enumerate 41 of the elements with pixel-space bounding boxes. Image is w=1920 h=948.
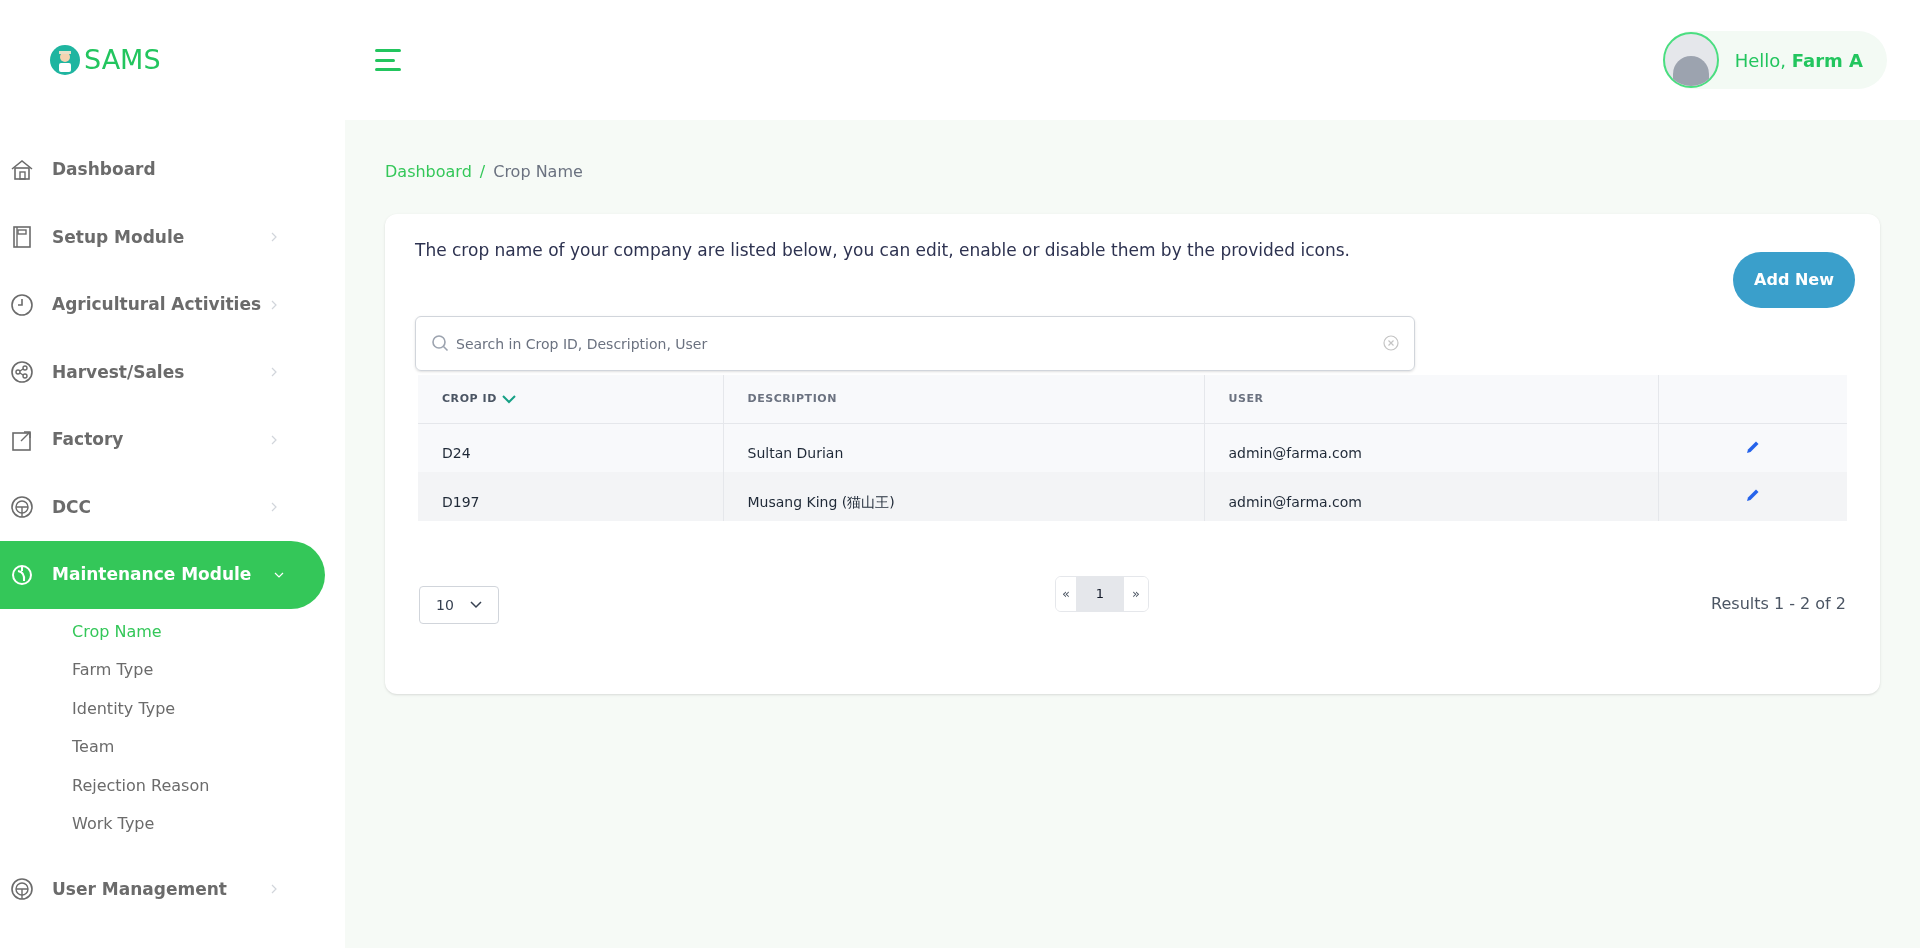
avatar: [1662, 32, 1719, 88]
sidebar-item[interactable]: Dashboard: [0, 136, 320, 204]
sort-chevron-icon[interactable]: [500, 393, 517, 404]
search-icon: [431, 334, 449, 352]
column-header[interactable]: USER: [1228, 390, 1264, 407]
page-size-select[interactable]: 10: [419, 586, 499, 624]
share-icon: [9, 359, 35, 386]
results-count: Results 1 - 2 of 2: [1711, 593, 1846, 615]
submenu-item[interactable]: Rejection Reason: [0, 766, 345, 805]
table-cell: Musang King (猫山王): [747, 494, 895, 510]
sidebar-item[interactable]: Harvest/Sales: [0, 338, 320, 406]
chevron-down-icon: [470, 601, 482, 609]
sidebar-item[interactable]: Setup Module: [0, 203, 320, 271]
column-header[interactable]: CROP ID: [442, 390, 497, 407]
page-description: The crop name of your company are listed below, you can edit, enable or disable them by the provided icons.: [415, 239, 1350, 262]
farmer-logo-icon: [50, 45, 80, 75]
submenu-item[interactable]: Identity Type: [0, 689, 345, 728]
table-cell: Sultan Durian: [747, 445, 844, 462]
sidebar-item[interactable]: DCC: [0, 473, 320, 541]
pencil-icon[interactable]: [1744, 487, 1761, 503]
breadcrumb-current: Crop Name: [493, 161, 583, 183]
add-new-button[interactable]: Add New: [1733, 252, 1855, 308]
submenu-item[interactable]: Work Type: [0, 805, 345, 844]
table-cell: D24: [442, 445, 471, 462]
table-cell: D197: [442, 494, 480, 510]
submenu-item[interactable]: Farm Type: [0, 651, 345, 690]
sidebar-item[interactable]: User Management: [0, 855, 320, 923]
sidebar-item[interactable]: Factory: [0, 406, 320, 474]
breadcrumb-separator: /: [479, 161, 486, 183]
app-logo: SAMS: [84, 42, 161, 77]
table-cell: admin@farma.com: [1228, 445, 1362, 462]
page-button[interactable]: 1: [1076, 577, 1124, 611]
user-greeting: Hello, Farm A: [1734, 48, 1863, 73]
menu-icon[interactable]: [375, 49, 401, 71]
sidebar-item[interactable]: Agricultural Activities: [0, 271, 320, 339]
column-header[interactable]: DESCRIPTION: [747, 390, 837, 407]
search-field[interactable]: Search in Crop ID, Description, User: [415, 316, 1415, 371]
table-cell: admin@farma.com: [1228, 494, 1362, 510]
clear-icon[interactable]: [1383, 335, 1399, 351]
submenu-item[interactable]: Team: [0, 728, 345, 767]
clock-icon: [9, 291, 35, 318]
